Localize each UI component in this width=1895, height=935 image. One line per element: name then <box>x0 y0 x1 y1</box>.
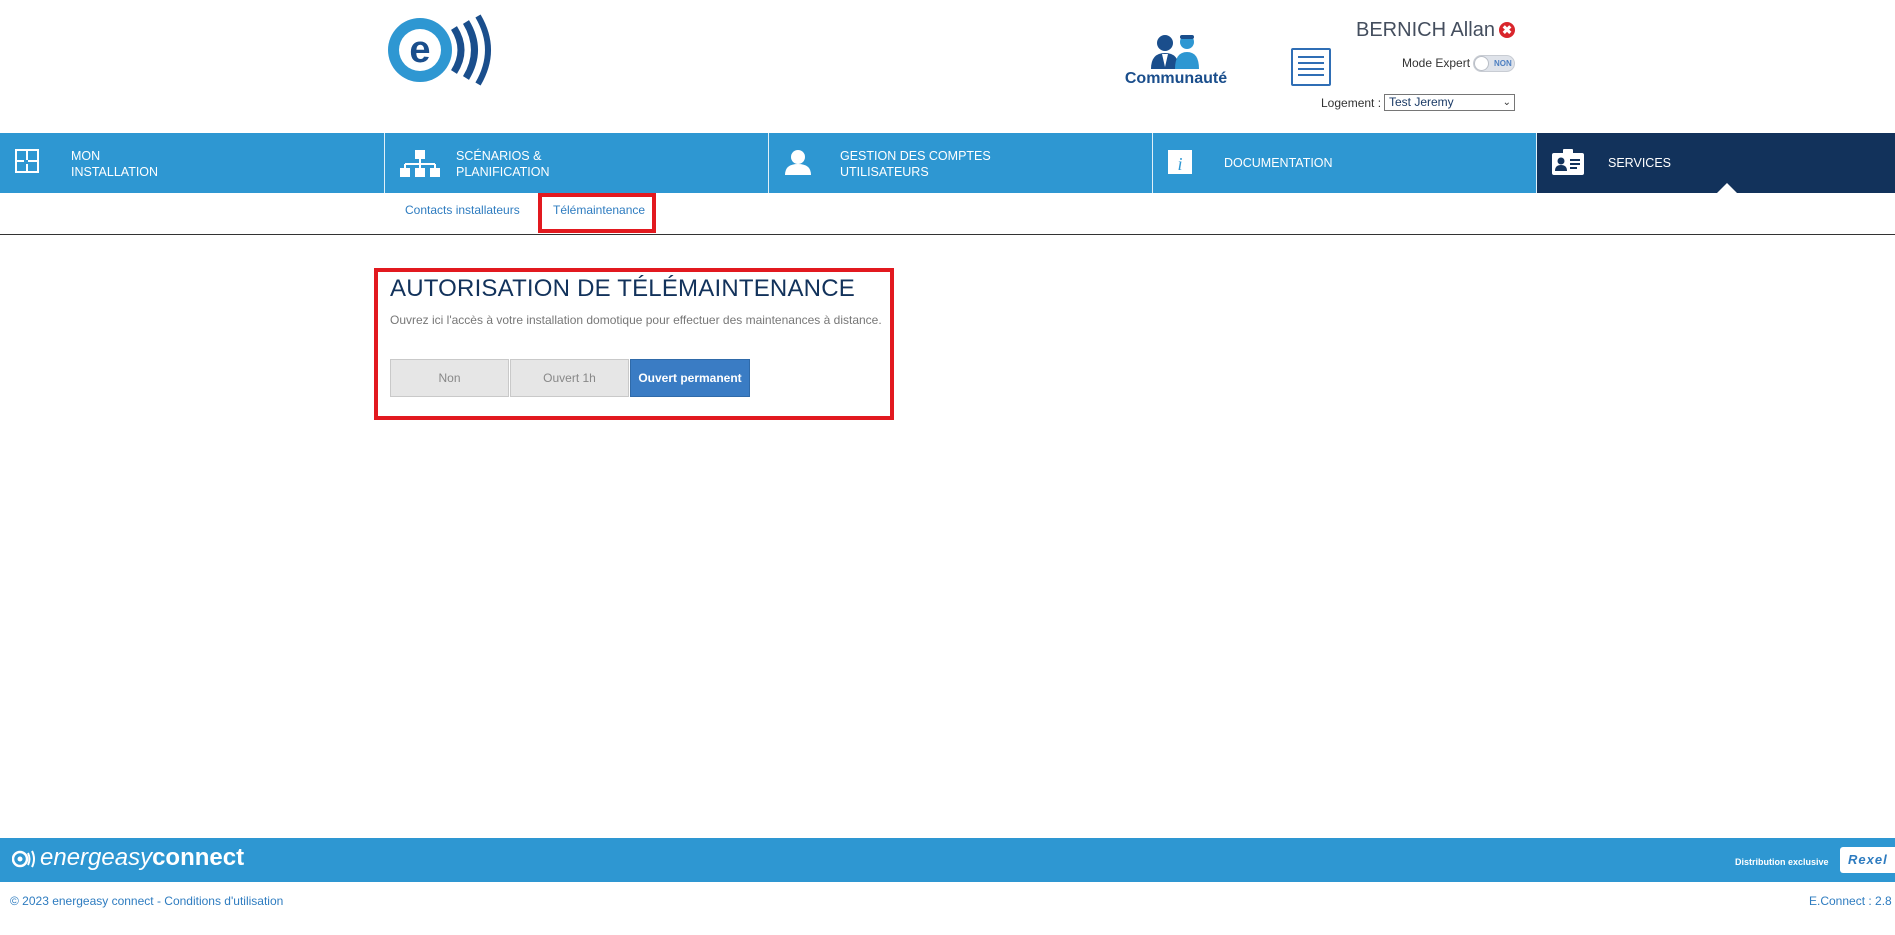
tab-highlight-frame <box>538 193 656 233</box>
active-nav-pointer <box>1717 183 1737 193</box>
notes-icon-line <box>1298 68 1324 70</box>
rexel-logo[interactable]: Rexel <box>1840 847 1895 873</box>
nav-label-line: DOCUMENTATION <box>1224 156 1333 170</box>
nav-label-line: PLANIFICATION <box>456 165 550 179</box>
nav-label-line: UTILISATEURS <box>840 165 929 179</box>
notes-icon-line <box>1298 74 1324 76</box>
info-icon: i <box>1168 150 1192 174</box>
svg-text:i: i <box>1177 154 1182 174</box>
page-title: AUTORISATION DE TÉLÉMAINTENANCE <box>390 275 855 302</box>
scenarios-icon <box>400 150 440 177</box>
svg-text:e: e <box>409 29 430 71</box>
option-non-button[interactable]: Non <box>390 359 509 397</box>
user-name: BERNICH Allan <box>1356 19 1495 41</box>
community-button[interactable]: Communauté <box>1120 33 1232 91</box>
nav-label-line: GESTION DES COMPTES <box>840 149 991 163</box>
toggle-knob <box>1474 56 1489 71</box>
nav-label: SCÉNARIOS & PLANIFICATION <box>456 148 550 180</box>
nav-label: MON INSTALLATION <box>71 148 158 180</box>
nav-item-services[interactable]: SERVICES <box>1537 133 1895 193</box>
logout-icon[interactable]: ✖ <box>1499 22 1515 38</box>
nav-item-accounts[interactable]: GESTION DES COMPTES UTILISATEURS <box>769 133 1152 193</box>
nav-label-line: INSTALLATION <box>71 165 159 179</box>
logement-label: Logement : <box>1321 96 1382 110</box>
energeasy-logo[interactable]: e <box>388 14 492 86</box>
nav-label-line: MON <box>71 149 101 163</box>
app-version: E.Connect : 2.8 <box>1809 894 1892 908</box>
nav-label: DOCUMENTATION <box>1224 155 1333 171</box>
nav-label: GESTION DES COMPTES UTILISATEURS <box>840 148 991 180</box>
footer-brand: energeasyconnect <box>12 844 244 872</box>
option-ouvert-permanent-button[interactable]: Ouvert permanent <box>630 359 750 397</box>
footer-bar: energeasyconnect Distribution exclusive … <box>0 838 1895 882</box>
nav-label-line: SERVICES <box>1608 156 1671 170</box>
mode-expert-toggle[interactable]: NON <box>1473 55 1515 72</box>
notes-button[interactable] <box>1291 48 1331 86</box>
panel-description: Ouvrez ici l'accès à votre installation … <box>390 313 882 327</box>
header: e Communauté BERNICH Allan ✖ Mode Expert… <box>0 0 1895 133</box>
logement-selected-value: Test Jeremy <box>1389 95 1454 109</box>
chevron-down-icon: ⌄ <box>1502 97 1511 108</box>
brand-text-bold: connect <box>152 844 245 871</box>
sub-nav: Contacts installateurs Télémaintenance <box>0 193 1895 235</box>
notes-icon-line <box>1298 62 1324 64</box>
community-icon <box>1151 35 1199 69</box>
nav-label: SERVICES <box>1608 155 1671 171</box>
services-icon <box>1552 149 1584 175</box>
main-nav: MON INSTALLATION SCÉNARIOS & PLANIFICATI… <box>0 133 1895 193</box>
nav-item-installation[interactable]: MON INSTALLATION <box>0 133 384 193</box>
toggle-state: NON <box>1494 59 1512 68</box>
brand-wave-icon <box>12 850 35 868</box>
mode-expert-label: Mode Expert <box>1402 56 1471 70</box>
community-label: Communauté <box>1124 70 1228 87</box>
nav-item-documentation[interactable]: i DOCUMENTATION <box>1153 133 1536 193</box>
logement-select[interactable]: Test Jeremy ⌄ <box>1384 94 1515 111</box>
user-icon <box>785 150 811 175</box>
installation-icon <box>15 149 39 173</box>
brand-text-thin: energeasy <box>40 844 153 871</box>
nav-item-scenarios[interactable]: SCÉNARIOS & PLANIFICATION <box>385 133 768 193</box>
copyright-link[interactable]: © 2023 energeasy connect - Conditions d'… <box>10 894 283 908</box>
nav-label-line: SCÉNARIOS & <box>456 149 542 163</box>
option-ouvert-1h-button[interactable]: Ouvert 1h <box>510 359 629 397</box>
tab-contacts-installateurs[interactable]: Contacts installateurs <box>405 203 520 217</box>
notes-icon-line <box>1298 56 1324 58</box>
distribution-label: Distribution exclusive <box>1735 857 1829 867</box>
